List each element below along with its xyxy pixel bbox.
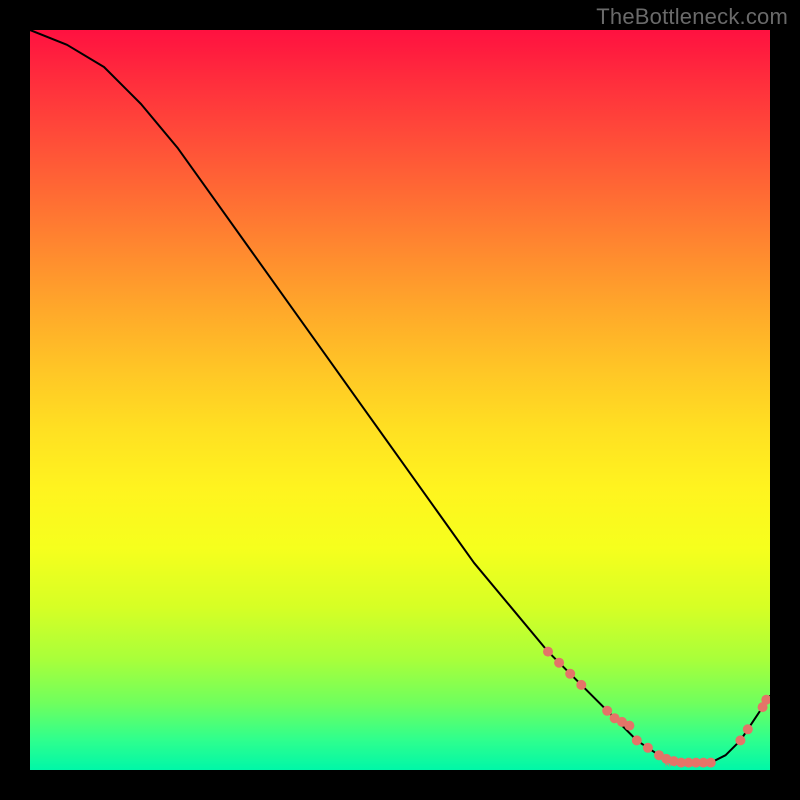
chart-stage: TheBottleneck.com RANGE 1024K (0, 0, 800, 800)
plot-background (30, 30, 770, 770)
watermark-text: TheBottleneck.com (596, 4, 788, 30)
